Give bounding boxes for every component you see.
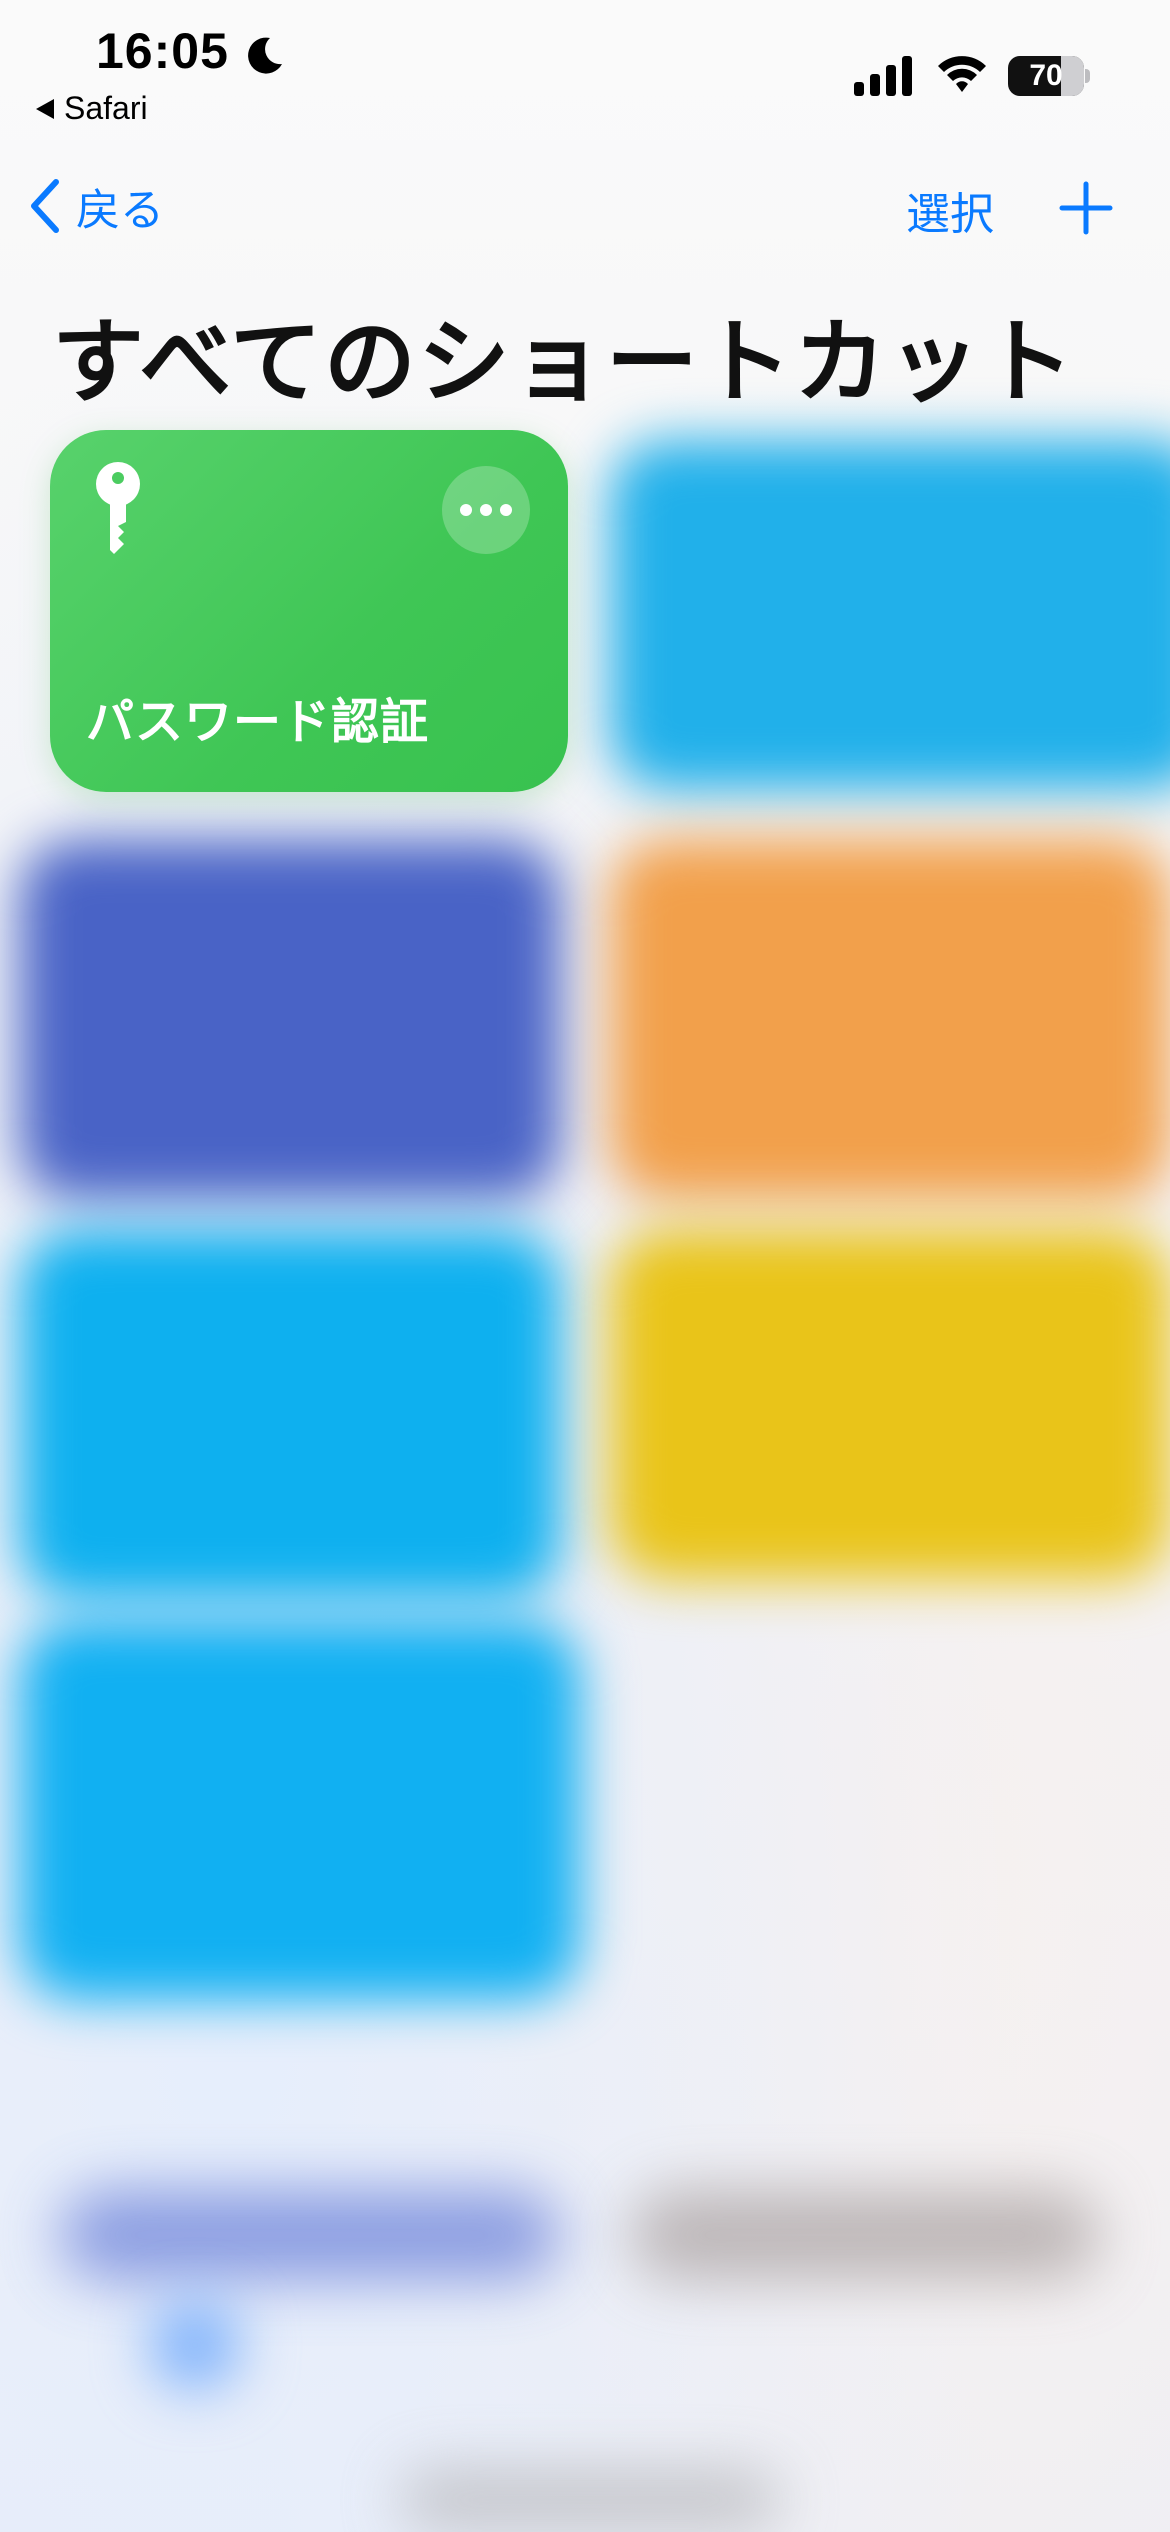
blurred-tab-bar-item[interactable] <box>60 2190 560 2280</box>
moon-icon <box>248 37 282 74</box>
blurred-tab-bar-item[interactable] <box>630 2190 1100 2280</box>
more-dot <box>500 504 512 516</box>
key-icon <box>96 462 140 554</box>
more-options-button[interactable] <box>442 466 530 554</box>
status-time: 16:05 <box>96 23 229 79</box>
back-button[interactable]: 戻る <box>26 174 164 238</box>
status-bar: 16:05 Safari 70 <box>0 0 1170 150</box>
blurred-tab-icon <box>150 2300 240 2390</box>
home-indicator <box>400 2470 780 2530</box>
shortcut-label: パスワード認証 <box>86 694 430 750</box>
battery-icon: 70 <box>1008 56 1090 96</box>
blurred-shortcut-tile[interactable] <box>610 1230 1170 1580</box>
blurred-shortcut-tile[interactable] <box>20 1620 580 2000</box>
plus-icon[interactable] <box>1058 180 1114 236</box>
back-label: 戻る <box>76 185 164 236</box>
wifi-icon <box>938 56 986 92</box>
back-triangle-icon <box>36 98 54 119</box>
page-title: すべてのショートカット <box>52 309 1076 416</box>
shortcut-tile-password-auth[interactable]: パスワード認証 <box>50 430 568 792</box>
cellular-signal-icon <box>854 56 912 96</box>
chevron-left-icon <box>31 179 59 233</box>
blurred-shortcut-tile[interactable] <box>610 440 1170 790</box>
battery-level: 70 <box>1029 59 1063 92</box>
more-dot <box>480 504 492 516</box>
back-app-label: Safari <box>64 90 148 126</box>
back-to-app-button[interactable]: Safari <box>36 90 148 127</box>
select-button[interactable]: 選択 <box>906 178 994 242</box>
more-dot <box>460 504 472 516</box>
blurred-shortcut-tile[interactable] <box>20 840 560 1200</box>
blurred-shortcut-tile[interactable] <box>20 1230 560 1600</box>
blurred-shortcut-tile[interactable] <box>610 840 1170 1200</box>
